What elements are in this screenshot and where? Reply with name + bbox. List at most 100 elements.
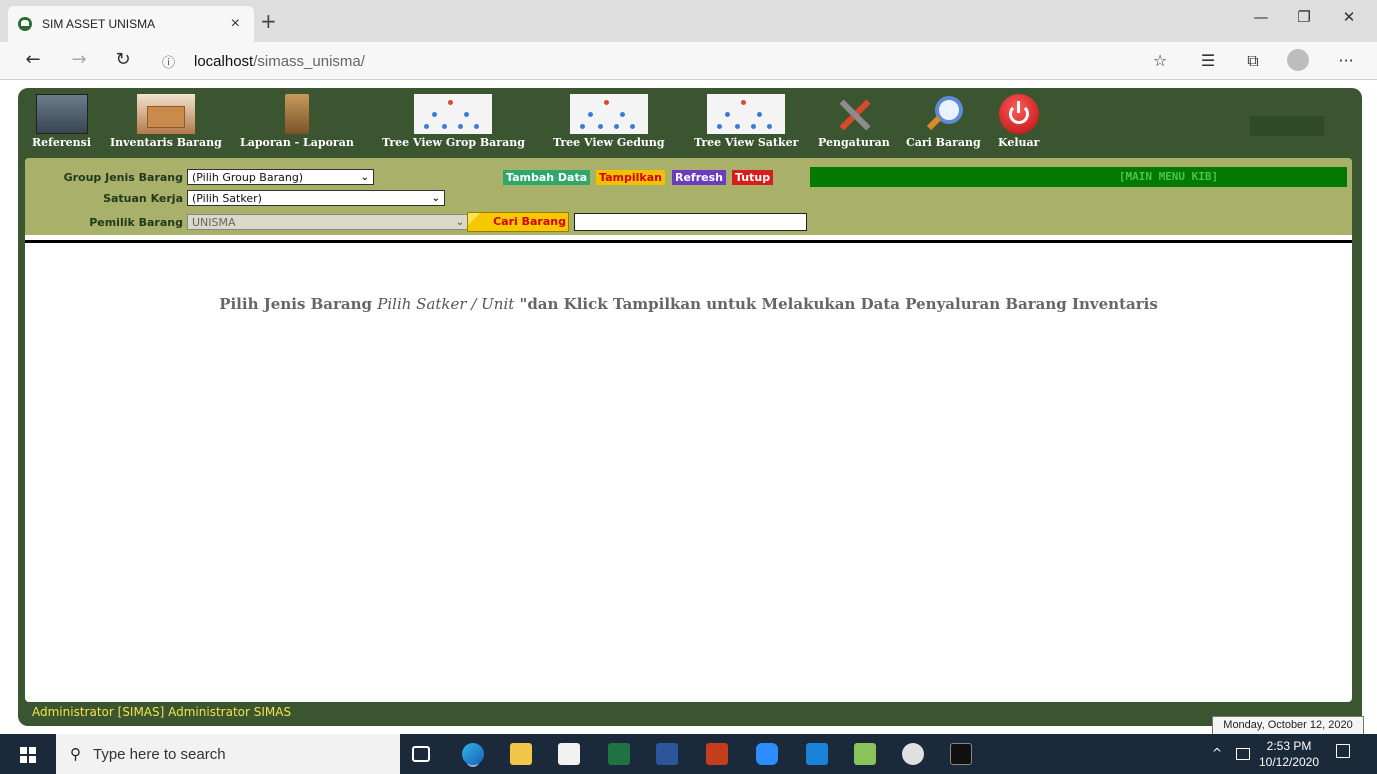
satker-select[interactable]: (Pilih Satker) ⌄ <box>187 190 445 206</box>
mail-icon[interactable] <box>806 743 828 765</box>
menu-tree-gedung-label: Tree View Gedung <box>553 136 665 149</box>
clock-time: 2:53 PM <box>1266 739 1312 753</box>
address-field[interactable]: ⓘ localhost/simass_unisma/ <box>150 46 1180 76</box>
pemilik-row: Pemilik Barang UNISMA ⌄ <box>25 214 469 230</box>
date-tooltip: Monday, October 12, 2020 <box>1212 716 1364 735</box>
site-favicon-icon <box>18 17 32 31</box>
minimize-button[interactable]: — <box>1238 8 1284 26</box>
tree-diagram-image <box>414 94 493 134</box>
tutup-button[interactable]: Tutup <box>732 170 774 185</box>
search-placeholder: Type here to search <box>93 745 226 763</box>
refresh-data-button[interactable]: Refresh <box>672 170 726 185</box>
store-icon[interactable] <box>558 743 580 765</box>
menu-inventaris-label: Inventaris Barang <box>110 136 222 149</box>
restore-button[interactable]: ❐ <box>1281 8 1327 26</box>
collections-icon[interactable]: ⧉ <box>1240 51 1266 71</box>
forward-button[interactable]: → <box>64 49 94 70</box>
app-frame: Referensi Inventaris Barang Laporan - La… <box>18 88 1362 726</box>
page-viewport: Referensi Inventaris Barang Laporan - La… <box>0 80 1377 734</box>
cari-barang-input[interactable] <box>574 213 807 231</box>
notification-icon[interactable] <box>1336 744 1350 758</box>
menu-referensi[interactable]: Referensi <box>32 94 91 149</box>
menu-cari-label: Cari Barang <box>906 136 981 149</box>
satker-row: Satuan Kerja (Pilih Satker) ⌄ <box>25 190 445 206</box>
url-host: localhost <box>194 52 254 70</box>
browser-tab[interactable]: SIM ASSET UNISMA × <box>8 6 254 42</box>
address-toolbar: ← → ↻ ⓘ localhost/simass_unisma/ ☆ ☰ ⧉ ·… <box>0 42 1377 80</box>
menu-keluar-label: Keluar <box>998 136 1040 149</box>
task-view-icon[interactable] <box>412 746 430 762</box>
tree-diagram-image <box>569 94 648 134</box>
more-icon[interactable]: ··· <box>1333 51 1359 70</box>
menu-tree-grop-barang[interactable]: Tree View Grop Barang <box>382 94 525 149</box>
footer-user-info: Administrator [SIMAS] Administrator SIMA… <box>32 705 292 719</box>
menu-tree-satker[interactable]: Tree View Satker <box>694 94 798 149</box>
profile-icon[interactable] <box>1287 49 1309 71</box>
group-select[interactable]: (Pilih Group Barang) ⌄ <box>187 169 374 185</box>
satker-label: Satuan Kerja <box>103 191 183 205</box>
taskbar-clock[interactable]: 2:53 PM 10/12/2020 <box>1258 738 1320 770</box>
powerpoint-icon[interactable] <box>706 743 728 765</box>
tampilkan-button[interactable]: Tampilkan <box>596 170 665 185</box>
main-menu-bar: Referensi Inventaris Barang Laporan - La… <box>18 88 1362 156</box>
chevron-down-icon: ⌄ <box>431 192 440 204</box>
tree-diagram-image <box>707 94 786 134</box>
menu-referensi-label: Referensi <box>32 136 92 149</box>
new-tab-button[interactable]: + <box>260 9 277 33</box>
header-decor-bar <box>1250 116 1324 136</box>
pemilik-select[interactable]: UNISMA ⌄ <box>187 214 469 230</box>
site-info-icon[interactable]: ⓘ <box>162 52 182 71</box>
group-select-value: (Pilih Group Barang) <box>192 170 304 184</box>
main-menu-kib-bar: [MAIN MENU KIB] <box>810 167 1347 187</box>
url-path: /simass_unisma/ <box>253 52 365 70</box>
file-explorer-icon[interactable] <box>510 743 532 765</box>
edge-icon[interactable] <box>462 743 484 765</box>
instruction-message: Pilih Jenis Barang Pilih Satker / Unit "… <box>25 295 1352 313</box>
browser-tab-bar: SIM ASSET UNISMA × + — ❐ ✕ <box>0 0 1377 42</box>
back-button[interactable]: ← <box>18 49 48 70</box>
paint-icon[interactable] <box>902 743 924 765</box>
star-icon[interactable]: ☆ <box>1147 51 1173 70</box>
menu-tree-grop-label: Tree View Grop Barang <box>382 136 525 149</box>
word-icon[interactable] <box>656 743 678 765</box>
message-part1: Pilih Jenis Barang <box>219 295 378 313</box>
menu-keluar[interactable]: Keluar <box>998 94 1039 149</box>
excel-icon[interactable] <box>608 743 630 765</box>
menu-pengaturan-label: Pengaturan <box>818 136 890 149</box>
search-icon: ⚲ <box>70 746 81 763</box>
group-label: Group Jenis Barang <box>63 170 183 184</box>
satker-select-value: (Pilih Satker) <box>192 191 262 205</box>
report-cabinet-image <box>284 94 309 134</box>
terminal-icon[interactable] <box>950 743 972 765</box>
menu-laporan[interactable]: Laporan - Laporan <box>240 94 354 149</box>
menu-tree-gedung[interactable]: Tree View Gedung <box>553 94 665 149</box>
tab-title: SIM ASSET UNISMA <box>42 17 156 31</box>
menu-tree-satker-label: Tree View Satker <box>694 136 799 149</box>
menu-cari-barang[interactable]: Cari Barang <box>906 94 981 149</box>
menu-pengaturan[interactable]: Pengaturan <box>818 94 890 149</box>
search-image <box>923 94 964 134</box>
close-window-button[interactable]: ✕ <box>1326 8 1372 26</box>
tambah-data-button[interactable]: Tambah Data <box>503 170 591 185</box>
reference-image <box>35 94 88 134</box>
windows-start-icon[interactable] <box>20 747 36 763</box>
message-part3: "dan Klick Tampilkan untuk Melakukan Dat… <box>514 295 1158 313</box>
zoom-icon[interactable] <box>756 743 778 765</box>
refresh-button[interactable]: ↻ <box>108 49 138 70</box>
menu-inventaris-barang[interactable]: Inventaris Barang <box>110 94 222 149</box>
divider-line <box>25 240 1352 243</box>
message-part2: Pilih Satker / Unit <box>377 295 515 313</box>
tools-image <box>834 94 874 134</box>
project-icon[interactable] <box>854 743 876 765</box>
taskbar-search-box[interactable]: ⚲ Type here to search <box>56 734 400 774</box>
clock-date: 10/12/2020 <box>1258 755 1320 769</box>
favorites-icon[interactable]: ☰ <box>1195 51 1221 70</box>
windows-taskbar: ⚲ Type here to search ^ 2:53 PM 10/12/20… <box>0 734 1377 774</box>
cari-barang-button[interactable]: Cari Barang <box>467 212 569 232</box>
content-panel: Group Jenis Barang (Pilih Group Barang) … <box>25 158 1352 702</box>
tray-expand-icon[interactable]: ^ <box>1212 746 1222 760</box>
inventory-image <box>136 94 195 134</box>
tab-close-icon[interactable]: × <box>227 15 244 33</box>
chevron-down-icon: ⌄ <box>360 171 369 183</box>
network-icon[interactable] <box>1236 748 1250 760</box>
